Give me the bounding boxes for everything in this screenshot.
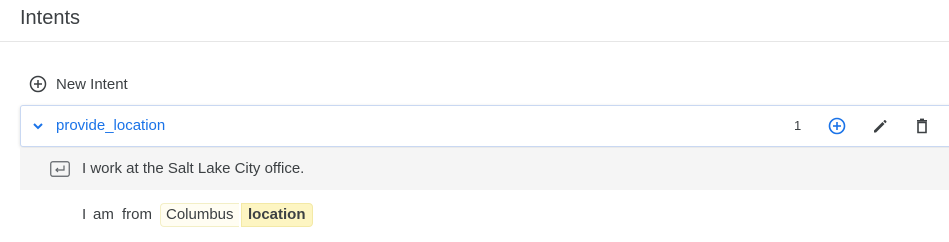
example-text[interactable]: I work at the Salt Lake City office. <box>82 160 304 177</box>
training-example-row[interactable]: I work at the Salt Lake City office. <box>20 148 949 190</box>
example-count: 1 <box>794 118 802 133</box>
token-word: I <box>82 206 87 223</box>
enter-key-icon <box>50 161 70 177</box>
edit-icon[interactable] <box>870 116 890 136</box>
add-circle-icon <box>29 75 47 93</box>
entity-label-chip[interactable]: location <box>241 203 313 227</box>
intents-page: Intents New Intent provide_location 1 I … <box>0 0 949 242</box>
entity-value-chip[interactable]: Columbus <box>160 203 239 227</box>
chevron-down-icon[interactable] <box>30 118 46 134</box>
new-intent-button[interactable]: New Intent <box>28 73 128 95</box>
page-title: Intents <box>20 7 81 29</box>
intent-name[interactable]: provide_location <box>56 117 165 134</box>
add-example-icon[interactable] <box>827 116 847 136</box>
delete-icon[interactable] <box>912 116 932 136</box>
page-header: Intents <box>0 0 949 42</box>
annotated-example-row[interactable]: I am from Columbus location <box>20 200 949 230</box>
token-word: am <box>93 206 114 223</box>
token-word: from <box>122 206 152 223</box>
new-intent-label: New Intent <box>56 75 128 93</box>
intent-row[interactable]: provide_location 1 <box>20 105 949 147</box>
